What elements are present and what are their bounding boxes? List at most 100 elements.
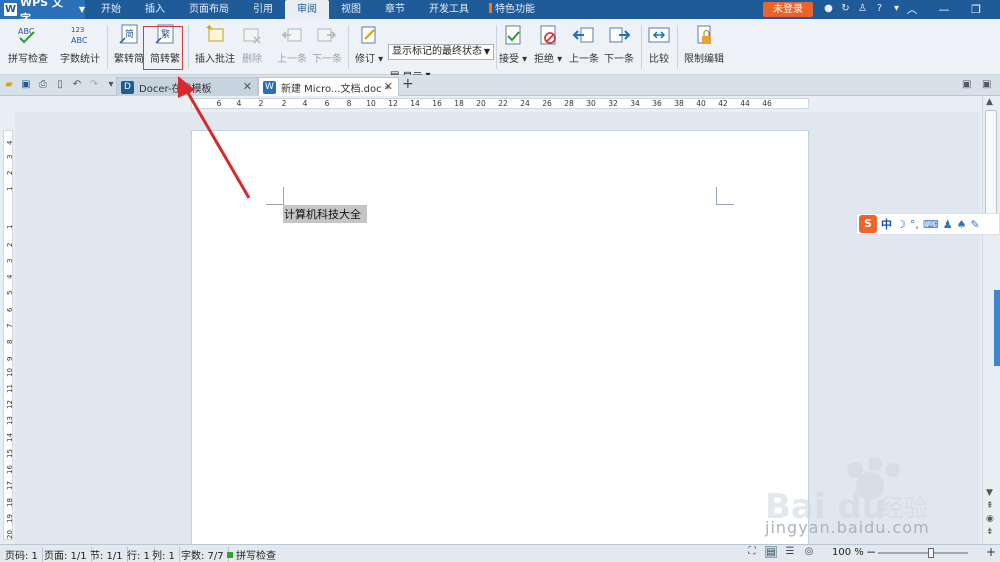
restrict-edit-label: 限制编辑	[684, 54, 724, 65]
restore-panel-icon[interactable]: ▣	[982, 79, 991, 90]
delete-comment-button[interactable]: 删除	[240, 23, 264, 71]
ruler-tick: 10	[366, 99, 376, 108]
horizontal-ruler-track: 6 4 2 2 4 6 8 10 12 14 16 18 20 22 24 26 28 30 32 34 36 38 40 4…	[191, 98, 809, 109]
status-row: 行: 1	[127, 547, 155, 562]
tab-document[interactable]: W 新建 Micro...文档.doc * ✕	[258, 77, 399, 96]
add-tab-icon[interactable]: +	[402, 76, 414, 92]
browse-object-icon[interactable]: ◉	[986, 514, 994, 524]
menu-layout[interactable]: 页面布局	[177, 0, 241, 19]
refresh-icon[interactable]: ↻	[839, 2, 852, 16]
menu-special[interactable]: 特色功能	[481, 0, 547, 19]
selected-text[interactable]: 计算机科技大全	[283, 205, 367, 223]
help-icon[interactable]: ?	[873, 2, 886, 16]
skin-icon[interactable]: ♙	[856, 2, 869, 16]
spellcheck-icon: ABC	[16, 23, 40, 47]
compare-button[interactable]: 比较	[647, 23, 671, 71]
collapse-ribbon-icon[interactable]: ︿	[897, 1, 927, 18]
ime-mode[interactable]: 中	[881, 216, 892, 232]
zoom-out-icon[interactable]: −	[866, 545, 876, 559]
menu-start[interactable]: 开始	[89, 0, 133, 19]
ruler-tick: 19	[6, 514, 14, 523]
status-wordcount[interactable]: 字数: 7/7	[181, 547, 229, 562]
panel-toggle-icon[interactable]: ▣	[962, 79, 971, 90]
menu-chapter[interactable]: 章节	[373, 0, 417, 19]
prev-change-label: 上一条	[569, 54, 599, 65]
wordcount-button[interactable]: 123 ABC 字数统计	[60, 23, 100, 71]
ruler-tick: 2	[6, 242, 14, 247]
punctuation-icon[interactable]: °,	[910, 218, 919, 231]
menu-developer[interactable]: 开发工具	[417, 0, 481, 19]
wrench-icon[interactable]: ✎	[971, 218, 980, 231]
minimize-icon[interactable]: —	[929, 1, 959, 18]
login-button[interactable]: 未登录	[763, 2, 813, 17]
close-icon[interactable]: ✕	[243, 80, 252, 93]
undo-icon[interactable]: ↶	[71, 78, 83, 92]
redo-icon[interactable]: ↷	[88, 78, 100, 92]
track-changes-button[interactable]: 修订 ▾	[355, 23, 383, 71]
horizontal-ruler[interactable]: 6 4 2 2 4 6 8 10 12 14 16 18 20 22 24 26 28 30 32 34 36 38 40 4…	[0, 96, 995, 112]
tab-docer[interactable]: D Docer-在线模板 ✕	[116, 77, 258, 96]
zoom-in-icon[interactable]: +	[986, 545, 996, 559]
vertical-ruler[interactable]: 4 3 2 1 1 2 3 4 5 6 7 8 9 10 11 12 13 14 15 16 17 18 19 20	[0, 112, 15, 544]
ruler-tick: 18	[6, 498, 14, 507]
spellcheck-button[interactable]: ABC 拼写检查	[8, 23, 48, 71]
zoom-level[interactable]: 100 %	[832, 547, 864, 558]
menu-view[interactable]: 视图	[329, 0, 373, 19]
restrict-edit-button[interactable]: 限制编辑	[684, 23, 724, 71]
ruler-tick: 34	[630, 99, 640, 108]
save-icon[interactable]: ▣	[20, 78, 32, 92]
insert-comment-button[interactable]: ✦ 插入批注	[195, 23, 235, 71]
feedback-icon[interactable]: ●	[822, 2, 835, 16]
side-panel-tab[interactable]	[994, 290, 1000, 366]
next-page-icon[interactable]: ⇟	[986, 527, 994, 537]
prev-comment-button[interactable]: 上一条	[277, 23, 307, 71]
user-icon[interactable]: ♟	[943, 218, 953, 231]
scroll-down-icon[interactable]: ▼	[986, 488, 993, 498]
print-icon[interactable]: ⎙	[37, 78, 49, 92]
open-icon[interactable]: ▰	[3, 78, 15, 92]
zoom-slider-thumb[interactable]	[928, 548, 934, 558]
fullscreen-view-icon[interactable]: ⛶	[746, 546, 758, 558]
web-view-icon[interactable]: ◎	[803, 546, 815, 558]
page-view-icon[interactable]: ▤	[765, 546, 777, 558]
close-icon[interactable]: ✕	[384, 80, 393, 93]
prev-comment-label: 上一条	[277, 54, 307, 65]
scroll-thumb[interactable]	[985, 110, 997, 220]
shirt-icon[interactable]: ♠	[957, 218, 967, 231]
keyboard-icon[interactable]: ⌨	[923, 218, 939, 231]
ruler-tick: 11	[6, 384, 14, 393]
ruler-tick: 2	[258, 99, 264, 108]
status-spellcheck[interactable]: 拼写检查	[227, 547, 276, 562]
markup-state-value: 显示标记的最终状态	[392, 46, 482, 57]
markup-state-select[interactable]: 显示标记的最终状态 ▼	[388, 44, 494, 60]
reject-button[interactable]: 拒绝 ▾	[534, 23, 562, 71]
outline-view-icon[interactable]: ☰	[784, 546, 796, 558]
ime-toolbar: S 中 ☽ °, ⌨ ♟ ♠ ✎	[856, 213, 1000, 235]
trad-simp-icon: 简	[117, 23, 141, 47]
next-change-button[interactable]: 下一条	[604, 23, 634, 71]
prev-comment-icon	[280, 23, 304, 47]
next-comment-icon	[315, 23, 339, 47]
zoom-slider[interactable]	[878, 552, 968, 554]
menu-reference[interactable]: 引用	[241, 0, 285, 19]
ruler-tick: 44	[740, 99, 750, 108]
print-preview-icon[interactable]: ▯	[54, 78, 66, 92]
ruler-tick: 3	[6, 154, 14, 159]
moon-icon[interactable]: ☽	[896, 218, 906, 231]
next-comment-button[interactable]: 下一条	[312, 23, 342, 71]
scroll-up-icon[interactable]: ▲	[986, 97, 993, 107]
menu-insert[interactable]: 插入	[133, 0, 177, 19]
insert-comment-icon: ✦	[203, 23, 227, 47]
ruler-tick: 10	[6, 368, 14, 377]
sogou-icon[interactable]: S	[859, 215, 877, 233]
trad-to-simp-button[interactable]: 简 繁转简	[114, 23, 144, 71]
restore-icon[interactable]: ❐	[961, 1, 991, 18]
ruler-tick: 12	[388, 99, 398, 108]
prev-change-button[interactable]: 上一条	[569, 23, 599, 71]
wps-logo-button[interactable]: W WPS 文字 ▼	[0, 0, 85, 25]
ruler-tick: 3	[6, 258, 14, 263]
prev-page-icon[interactable]: ⇞	[986, 501, 994, 511]
menu-review[interactable]: 审阅	[285, 0, 329, 19]
accept-button[interactable]: 接受 ▾	[499, 23, 527, 71]
ruler-tick: 4	[6, 274, 14, 279]
